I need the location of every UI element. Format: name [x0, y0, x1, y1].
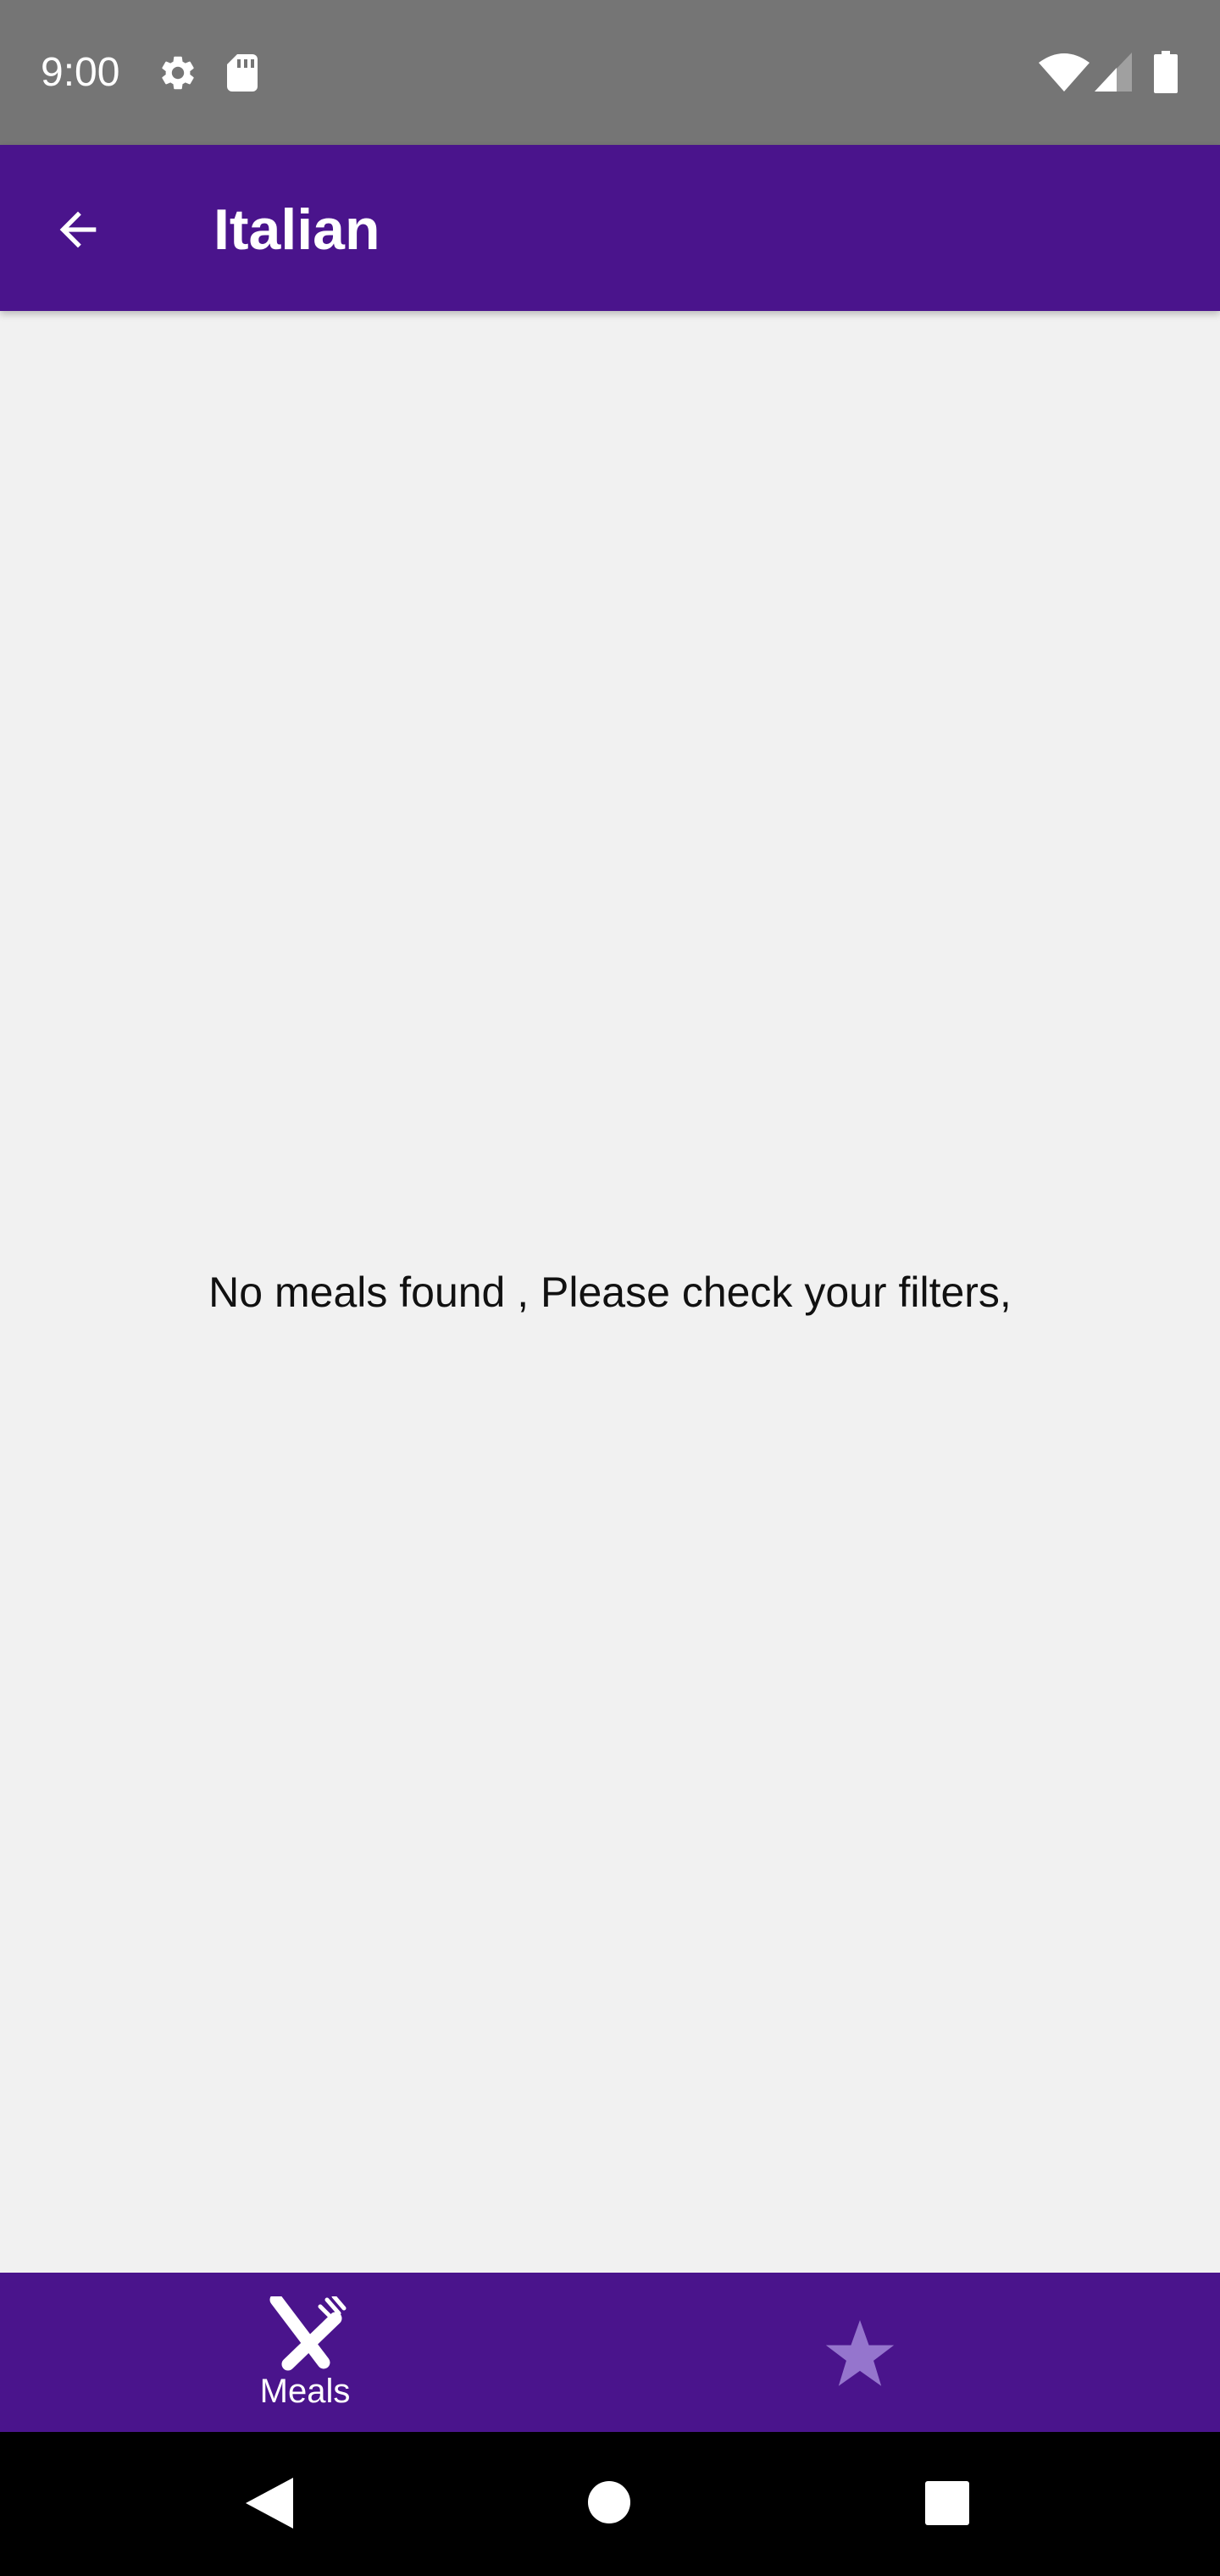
signal-icon	[1095, 53, 1132, 92]
empty-state-message: No meals found , Please check your filte…	[208, 1269, 1012, 1316]
nav-item-favorites[interactable]	[610, 2273, 1220, 2432]
app-bar: Italian	[0, 145, 1220, 311]
fork-knife-icon	[269, 2296, 347, 2371]
sd-card-icon	[227, 54, 258, 92]
nav-item-meals[interactable]: Meals	[0, 2273, 610, 2432]
back-button[interactable]	[30, 182, 125, 277]
battery-icon	[1154, 51, 1178, 93]
back-triangle-icon[interactable]	[246, 2478, 293, 2529]
wifi-icon	[1039, 53, 1090, 92]
bottom-navigation: Meals	[0, 2273, 1220, 2432]
status-bar: 9:00	[0, 0, 1220, 145]
page-title: Italian	[214, 197, 380, 262]
star-icon	[825, 2320, 895, 2386]
home-circle-icon[interactable]	[588, 2481, 630, 2523]
recents-square-icon[interactable]	[925, 2481, 969, 2525]
system-navigation-bar	[0, 2432, 1220, 2576]
status-time: 9:00	[41, 50, 120, 95]
gear-icon	[162, 56, 194, 90]
nav-label-meals: Meals	[259, 2373, 351, 2410]
meal-list-area: No meals found , Please check your filte…	[0, 311, 1220, 2273]
arrow-left-icon	[59, 211, 97, 248]
